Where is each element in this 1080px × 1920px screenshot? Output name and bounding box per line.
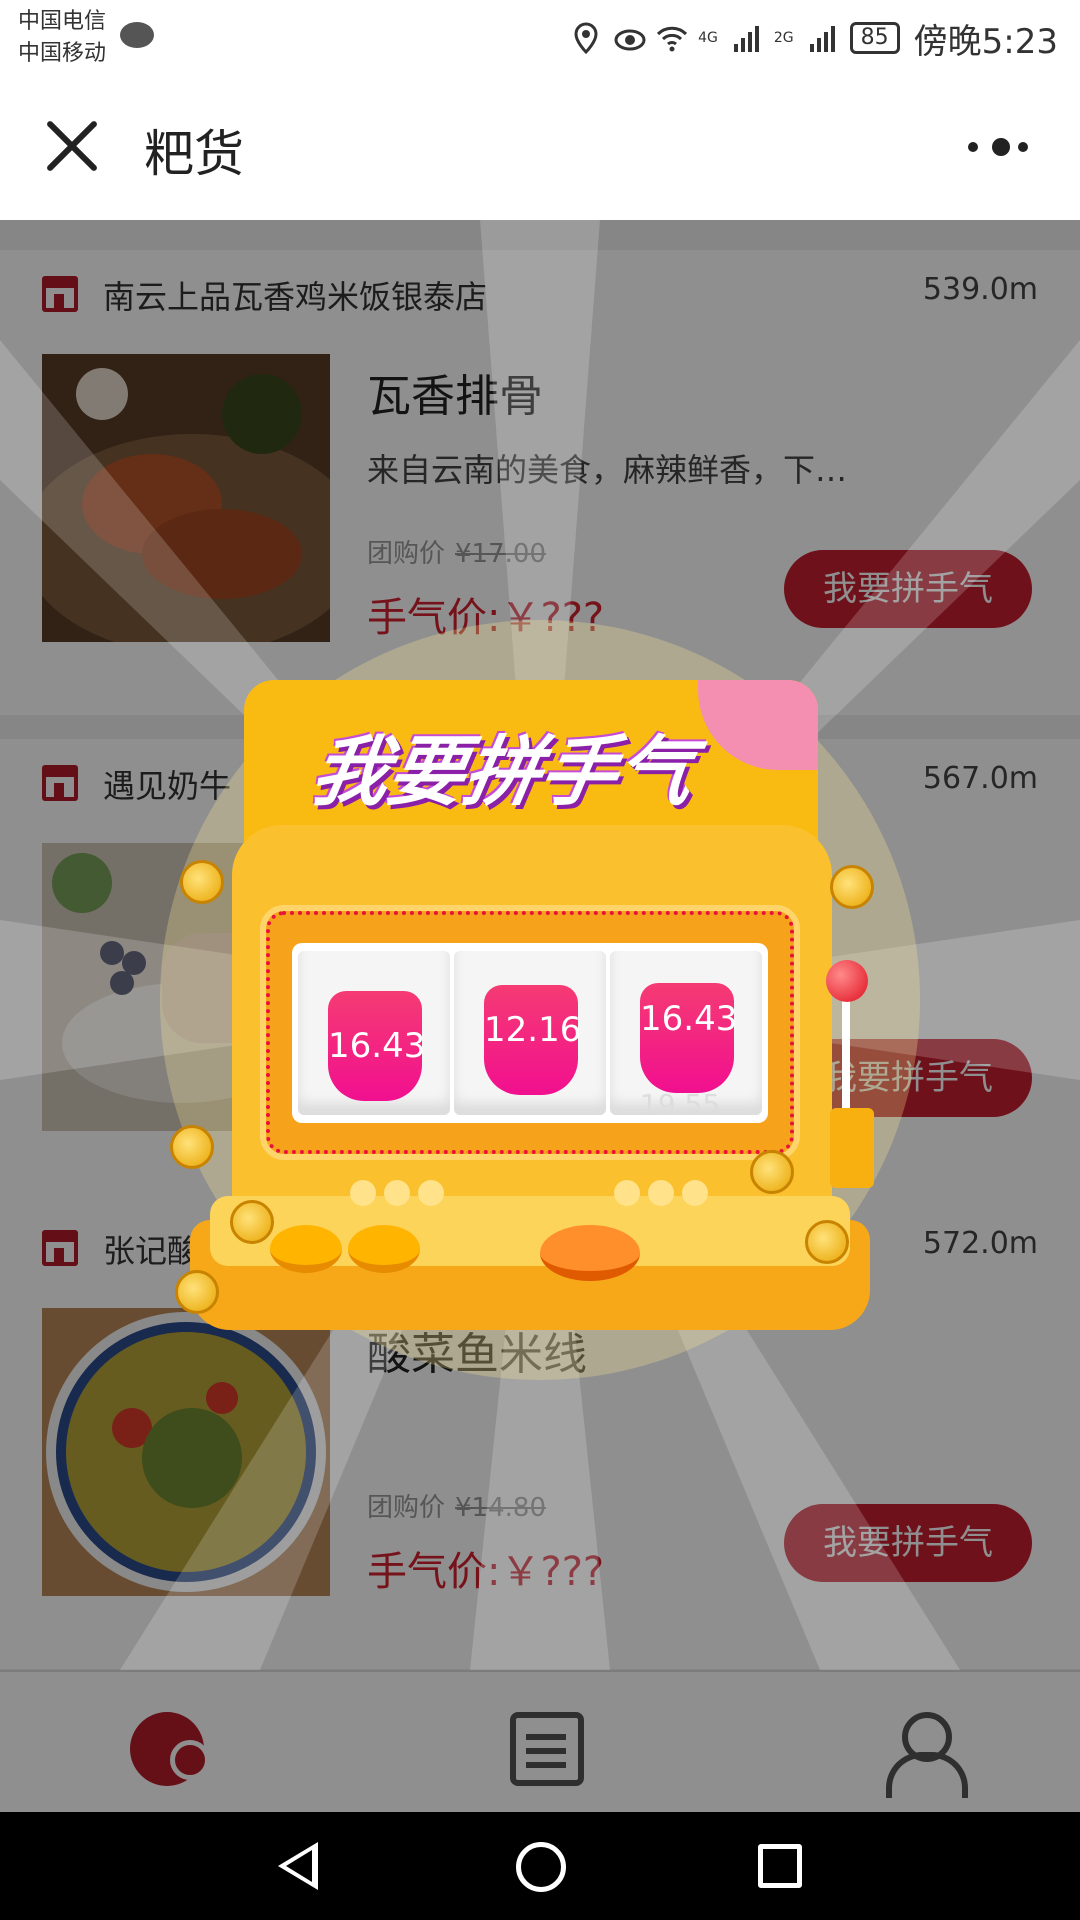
recent-apps-icon[interactable]: [758, 1844, 802, 1888]
more-options-icon[interactable]: [968, 134, 1032, 162]
reel-3: 16.43 19.55: [610, 951, 762, 1121]
wifi-icon: [656, 22, 688, 54]
reel-1: 16.43: [298, 951, 450, 1115]
reel-value: 16.43: [640, 983, 737, 1093]
coin-icon: [750, 1150, 794, 1194]
status-time: 傍晚5:23: [913, 21, 1058, 62]
machine-button-1[interactable]: [270, 1225, 342, 1273]
popup-title: 我要拼手气: [305, 727, 701, 816]
home-icon[interactable]: [516, 1842, 566, 1892]
close-icon[interactable]: [42, 116, 102, 176]
reel-2: 12.16: [454, 951, 606, 1115]
system-nav-bar: [0, 1812, 1080, 1920]
signal-icon-2: [808, 22, 836, 54]
slot-machine-popup[interactable]: 我要拼手气 16.43 12.16 16.43 19.55: [170, 680, 874, 1330]
lever-stick[interactable]: [842, 990, 850, 1120]
chat-notification-icon: [120, 22, 154, 48]
reel-value: 12.16: [484, 985, 581, 1095]
nav-bar: 粑货: [0, 76, 1080, 220]
status-icons: 4G 2G 85 傍晚5:23: [572, 14, 1058, 62]
machine-button-2[interactable]: [348, 1225, 420, 1273]
reel-frame: 16.43 12.16 16.43 19.55: [260, 905, 800, 1160]
coin-icon: [175, 1270, 219, 1314]
coin-icon: [170, 1125, 214, 1169]
reel-value: 16.43: [328, 991, 425, 1101]
indicator-dots-right: [614, 1180, 716, 1208]
carrier-1: 中国电信: [18, 9, 107, 34]
reel-window: 16.43 12.16 16.43 19.55: [292, 943, 768, 1123]
eye-icon: [614, 22, 646, 54]
lever-base: [830, 1108, 874, 1188]
coin-icon: [830, 865, 874, 909]
lever-knob-icon[interactable]: [826, 960, 868, 1002]
reel-peek-value: 19.55: [640, 1088, 721, 1121]
signal-icon-1: [732, 22, 760, 54]
network-label-2: 2G: [773, 30, 794, 46]
indicator-dots-left: [350, 1180, 452, 1208]
coin-icon: [230, 1200, 274, 1244]
spin-button[interactable]: [540, 1225, 640, 1281]
coin-icon: [180, 860, 224, 904]
location-icon: [572, 22, 600, 55]
back-icon[interactable]: [278, 1842, 318, 1890]
coin-icon: [805, 1220, 849, 1264]
status-bar: 中国电信 中国移动 4G 2G 85 傍晚5:23: [0, 0, 1080, 76]
carrier-labels: 中国电信 中国移动: [18, 6, 106, 70]
battery-indicator: 85: [849, 22, 900, 54]
carrier-2: 中国移动: [18, 41, 107, 66]
network-label-1: 4G: [698, 30, 718, 46]
page-title: 粑货: [144, 125, 244, 183]
